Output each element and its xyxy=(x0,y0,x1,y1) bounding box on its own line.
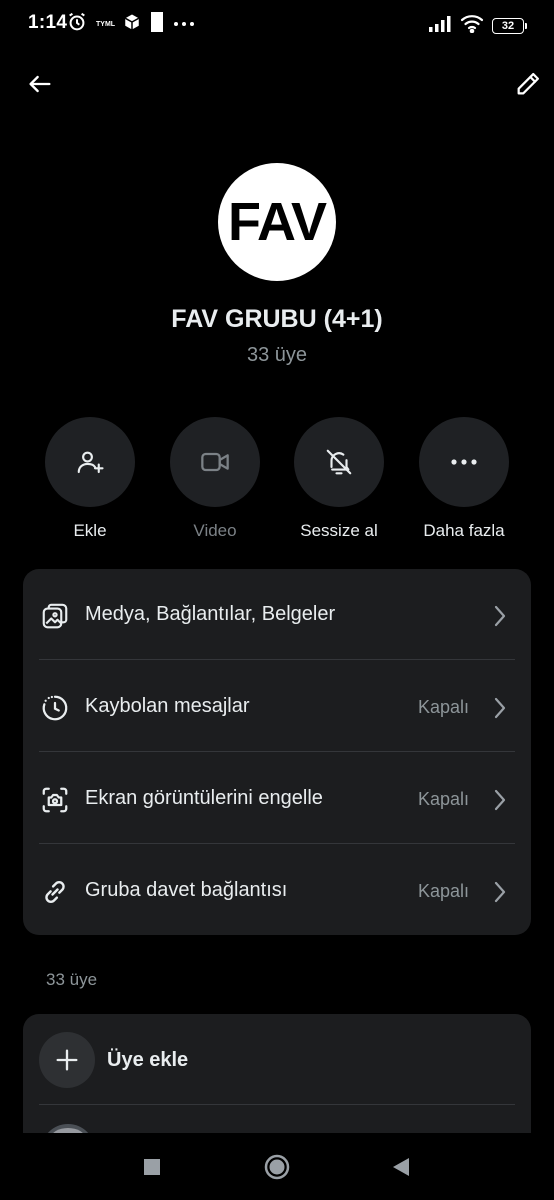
media-links-docs-label: Medya, Bağlantılar, Belgeler xyxy=(85,603,336,625)
disappearing-messages-label: Kaybolan mesajlar xyxy=(85,695,250,717)
block-screenshots-row[interactable]: Ekran görüntülerini engelle Kapalı xyxy=(23,753,531,845)
screenshot-block-icon xyxy=(39,784,71,816)
recents-button[interactable] xyxy=(134,1149,170,1185)
group-title: FAV GRUBU (4+1) xyxy=(171,305,383,333)
add-action-circle xyxy=(45,417,135,507)
divider xyxy=(39,1104,515,1105)
group-avatar-text: FAV xyxy=(227,192,327,252)
disappearing-messages-value: Kapalı xyxy=(417,697,469,717)
video-camera-icon xyxy=(201,452,229,472)
media-gallery-icon xyxy=(39,600,71,632)
members-section-label: 33 üye xyxy=(46,970,98,989)
status-time: 1:14 xyxy=(28,12,68,33)
add-action-button[interactable]: Ekle xyxy=(28,417,152,541)
sim-card-icon xyxy=(149,11,165,38)
signal-icon xyxy=(428,14,452,37)
block-screenshots-label: Ekran görüntülerini engelle xyxy=(85,787,323,809)
invite-link-row[interactable]: Gruba davet bağlantısı Kapalı xyxy=(23,845,531,937)
more-dots-icon xyxy=(451,459,477,465)
timer-icon xyxy=(39,692,71,724)
divider xyxy=(39,843,515,844)
settings-card: Medya, Bağlantılar, Belgeler Kaybolan me… xyxy=(23,569,531,935)
add-member-row[interactable]: Üye ekle xyxy=(23,1014,531,1106)
divider xyxy=(39,751,515,752)
battery-icon: 32 xyxy=(492,17,527,34)
chevron-right-icon xyxy=(491,603,509,629)
mute-action-circle xyxy=(294,417,384,507)
wifi-icon xyxy=(460,13,484,38)
media-links-docs-row[interactable]: Medya, Bağlantılar, Belgeler xyxy=(23,569,531,661)
add-action-label: Ekle xyxy=(73,521,107,540)
edit-button[interactable] xyxy=(508,64,548,104)
carrier-tag: TYML xyxy=(96,20,116,28)
home-circle-icon xyxy=(264,1154,290,1180)
bell-off-icon xyxy=(326,449,352,475)
system-back-button[interactable] xyxy=(383,1149,419,1185)
more-action-circle xyxy=(419,417,509,507)
alarm-icon xyxy=(66,11,88,38)
video-action-circle xyxy=(170,417,260,507)
video-action-label: Video xyxy=(193,521,237,540)
invite-link-label: Gruba davet bağlantısı xyxy=(85,879,288,901)
add-person-icon xyxy=(77,451,104,474)
plus-icon xyxy=(56,1049,78,1071)
member-count: 33 üye xyxy=(246,344,308,366)
package-icon xyxy=(123,13,141,36)
battery-level: 32 xyxy=(501,19,515,32)
link-icon xyxy=(39,876,71,908)
mute-action-button[interactable]: Sessize al xyxy=(277,417,401,541)
more-action-label: Daha fazla xyxy=(423,521,505,540)
video-action-button[interactable]: Video xyxy=(153,417,277,541)
more-notifications-icon xyxy=(173,15,195,33)
chevron-right-icon xyxy=(491,695,509,721)
status-right-icons: 32 xyxy=(428,13,527,38)
square-icon xyxy=(144,1159,160,1175)
more-action-button[interactable]: Daha fazla xyxy=(402,417,526,541)
back-button[interactable] xyxy=(20,64,60,104)
chevron-right-icon xyxy=(491,787,509,813)
add-member-circle xyxy=(39,1032,95,1088)
status-bar: 1:14 TYML 32 xyxy=(0,0,554,48)
arrow-left-icon xyxy=(29,75,51,93)
battery-tip xyxy=(525,22,527,29)
triangle-back-icon xyxy=(393,1158,409,1176)
disappearing-messages-row[interactable]: Kaybolan mesajlar Kapalı xyxy=(23,661,531,753)
invite-link-value: Kapalı xyxy=(417,881,469,901)
status-left-icons: TYML xyxy=(66,11,195,38)
pencil-icon xyxy=(517,72,540,95)
system-nav-bar xyxy=(0,1133,554,1200)
divider xyxy=(39,659,515,660)
block-screenshots-value: Kapalı xyxy=(417,789,469,809)
mute-action-label: Sessize al xyxy=(300,521,378,540)
add-member-label: Üye ekle xyxy=(107,1049,189,1071)
home-button[interactable] xyxy=(259,1149,295,1185)
group-avatar[interactable]: FAV xyxy=(218,163,336,281)
chevron-right-icon xyxy=(491,879,509,905)
